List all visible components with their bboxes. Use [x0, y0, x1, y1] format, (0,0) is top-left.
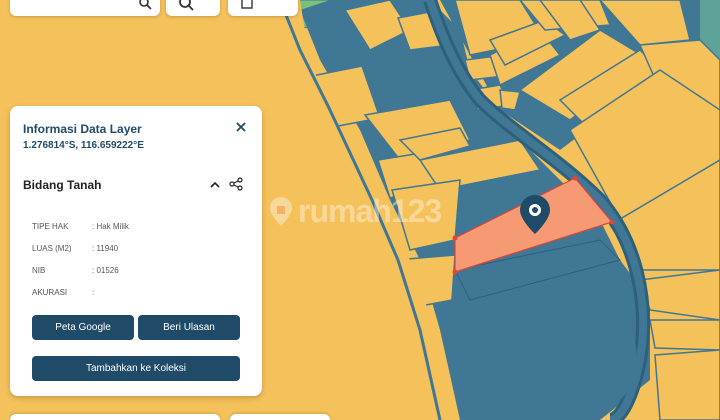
close-icon[interactable] — [234, 120, 248, 134]
add-to-collection-button[interactable]: Tambahkan ke Koleksi — [32, 356, 240, 381]
bottom-card[interactable] — [230, 414, 330, 420]
layers-button[interactable] — [228, 0, 298, 16]
selected-vertex — [452, 235, 458, 241]
row-label: LUAS (M2) — [32, 244, 72, 253]
search-icon — [139, 0, 152, 10]
info-row-akurasi: AKURASI: — [32, 288, 94, 297]
info-panel: Informasi Data Layer 1.276814°S, 116.659… — [10, 106, 262, 396]
info-row-tipe-hak: TIPE HAK : Hak Milik — [32, 222, 129, 231]
row-value: : — [92, 288, 95, 297]
review-button[interactable]: Beri Ulasan — [138, 315, 240, 340]
panel-coordinates: 1.276814°S, 116.659222°E — [23, 140, 144, 151]
watermark: rumah123 — [268, 193, 442, 230]
watermark-pin-icon — [270, 196, 292, 226]
section-title: Bidang Tanah — [23, 178, 102, 192]
row-value: : 01526 — [92, 266, 119, 275]
row-label: NIB — [32, 266, 46, 275]
search-box[interactable] — [10, 0, 160, 16]
row-label: AKURASI — [32, 288, 68, 297]
row-label: TIPE HAK — [32, 222, 69, 231]
chevron-up-icon[interactable] — [209, 179, 221, 191]
row-value: : Hak Milik — [92, 222, 129, 231]
share-icon[interactable] — [229, 177, 243, 191]
selected-vertex — [452, 269, 458, 275]
selected-vertex — [609, 219, 615, 225]
bottom-card[interactable] — [10, 414, 220, 420]
google-maps-button[interactable]: Peta Google — [32, 315, 134, 340]
search-button[interactable] — [166, 0, 220, 16]
row-value: : 11940 — [92, 244, 119, 253]
selected-vertex — [572, 175, 578, 181]
watermark-text: rumah123 — [298, 193, 442, 229]
info-row-luas: LUAS (M2) : 11940 — [32, 244, 118, 253]
info-row-nib: NIB : 01526 — [32, 266, 119, 275]
panel-title: Informasi Data Layer — [23, 122, 142, 136]
search-icon — [179, 0, 194, 11]
layers-icon — [241, 0, 253, 9]
